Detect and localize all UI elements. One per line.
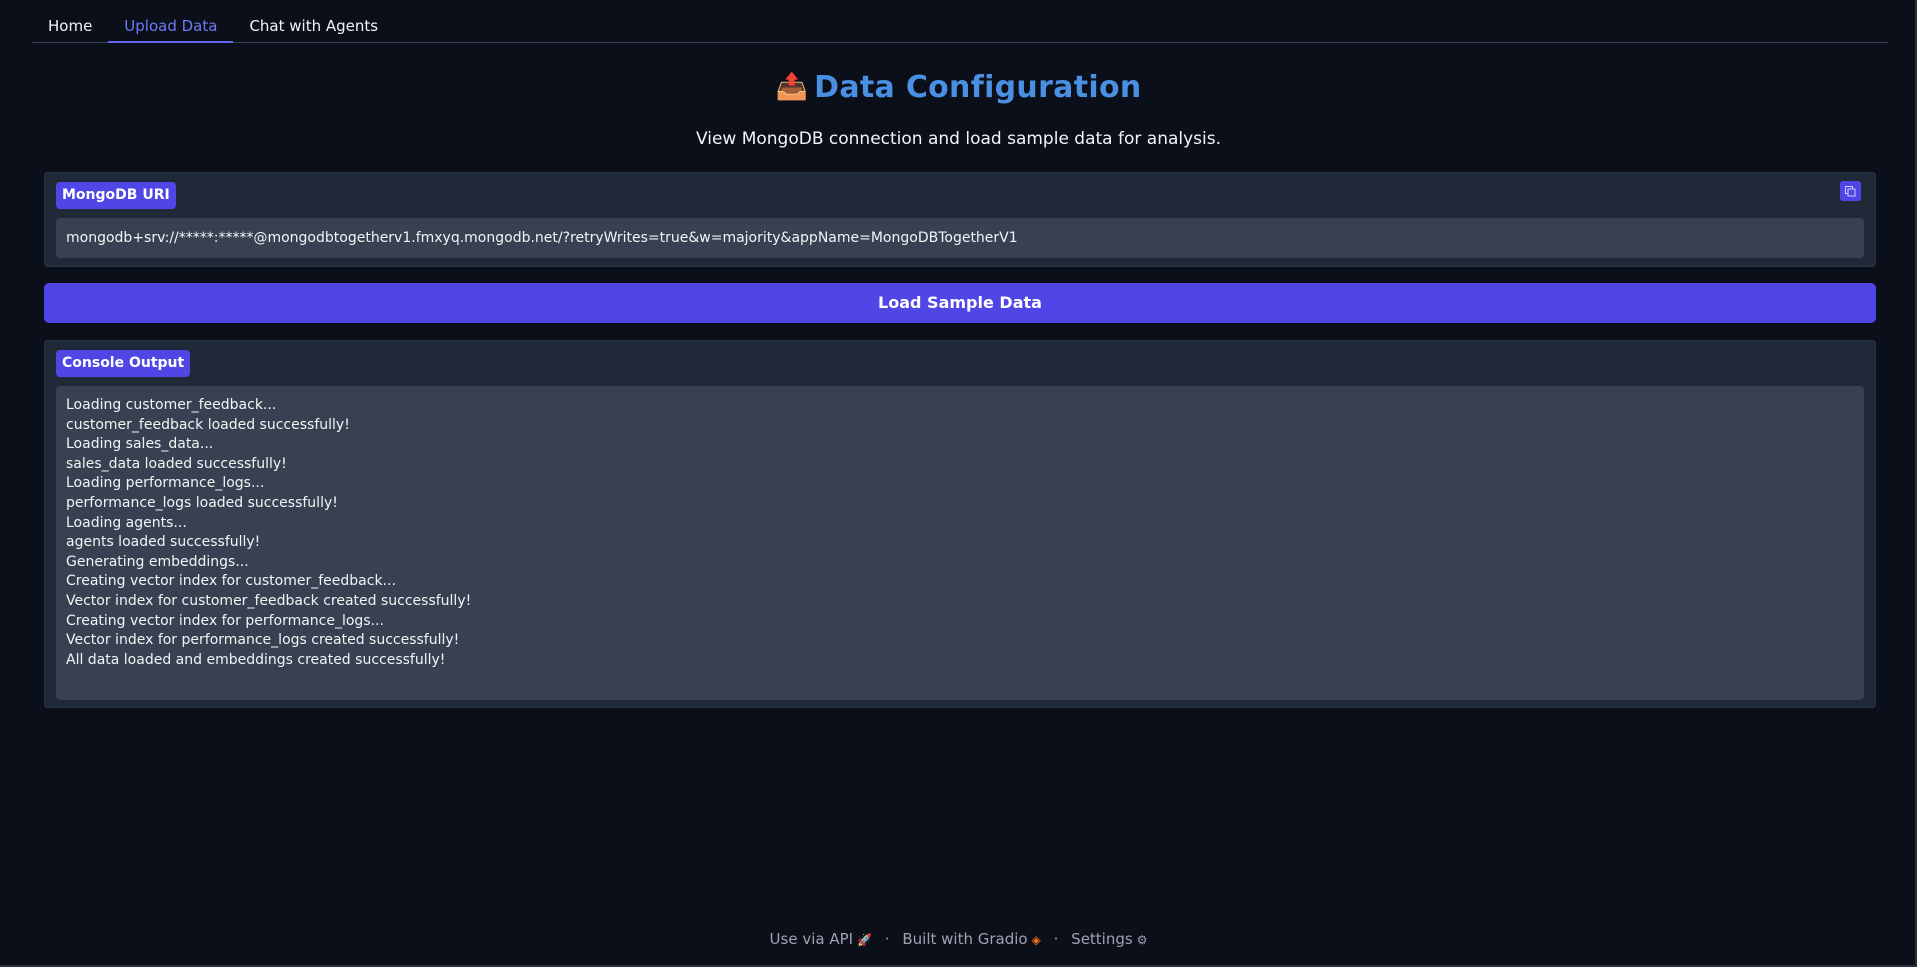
gradio-logo-icon: ◈ [1031,933,1041,947]
load-sample-data-button[interactable]: Load Sample Data [44,283,1876,323]
settings-label: Settings [1071,930,1133,948]
rocket-icon: 🚀 [857,933,873,947]
console-line: Vector index for customer_feedback creat… [66,592,472,609]
mongodb-uri-field[interactable]: mongodb+srv://*****:*****@mongodbtogethe… [56,218,1864,258]
built-with-gradio-label: Built with Gradio [902,930,1028,948]
console-output-label: Console Output [56,350,191,377]
console-output-block: Console Output Loading customer_feedback… [44,340,1876,708]
page-subtitle: View MongoDB connection and load sample … [695,129,1222,149]
console-line: Creating vector index for performance_lo… [66,612,384,629]
use-via-api-label: Use via API [769,930,854,948]
footer-separator: · [1053,930,1059,948]
console-line: Vector index for performance_logs create… [66,632,460,649]
footer: Use via API 🚀 · Built with Gradio ◈ · Sett… [0,930,1917,948]
console-line: All data loaded and embeddings created s… [66,651,446,668]
console-line: Loading sales_data... [66,436,214,453]
console-line: Loading performance_logs... [66,475,265,492]
app-root: Home Upload Data Chat with Agents 📤 Data … [0,0,1917,967]
page-title-text: Data Configuration [814,70,1142,105]
console-line: Loading agents... [66,514,187,531]
tab-chat-with-agents[interactable]: Chat with Agents [233,12,394,43]
console-line: sales_data loaded successfully! [66,455,287,472]
console-line: customer_feedback loaded successfully! [66,416,350,433]
console-line: Creating vector index for customer_feedb… [66,573,396,590]
settings-link[interactable]: Settings ⚙ [1071,930,1147,948]
copy-icon[interactable] [1840,181,1861,201]
mongodb-uri-label: MongoDB URI [56,182,176,209]
built-with-gradio-link[interactable]: Built with Gradio ◈ [902,930,1040,948]
console-line: agents loaded successfully! [66,534,261,551]
console-output-textarea[interactable]: Loading customer_feedback... customer_fe… [56,386,1864,700]
console-line: Loading customer_feedback... [66,397,277,413]
page-title: 📤 Data Configuration [0,70,1917,105]
tab-bar: Home Upload Data Chat with Agents [32,12,1888,43]
outbox-tray-icon: 📤 [775,72,809,102]
mongodb-uri-block: MongoDB URI mongodb+srv://*****:*****@mo… [44,172,1876,267]
tab-upload-data[interactable]: Upload Data [108,12,234,43]
console-line: performance_logs loaded successfully! [66,494,338,511]
gear-icon: ⚙ [1136,933,1148,947]
use-via-api-link[interactable]: Use via API 🚀 [770,930,872,948]
footer-separator: · [884,930,890,948]
console-line: Generating embeddings... [66,553,249,570]
tab-home[interactable]: Home [32,12,108,43]
